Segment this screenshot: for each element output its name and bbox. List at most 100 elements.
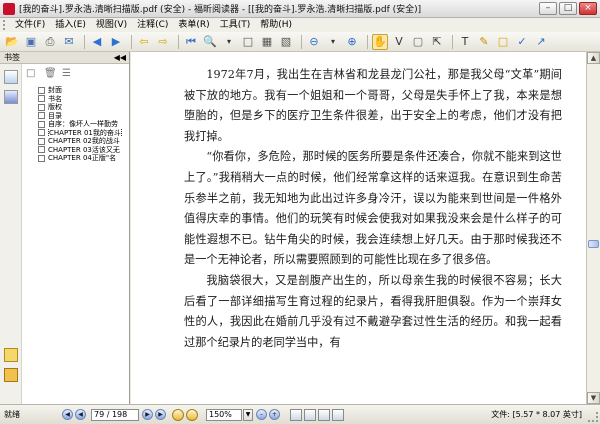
scroll-down-button[interactable]: ▼ xyxy=(587,392,600,404)
bookmark-item[interactable]: CHAPTER 04正版"名 xyxy=(38,154,128,163)
actual-size-icon[interactable]: ▧ xyxy=(278,34,294,50)
arrow-tool-icon[interactable]: ↗ xyxy=(533,34,549,50)
toolbar-separator xyxy=(452,34,453,49)
bookmark-item[interactable]: 自序：像坏人一样勤劳 xyxy=(38,120,128,129)
minimize-button[interactable]: – xyxy=(539,2,557,15)
menu-file[interactable]: 文件(F) xyxy=(10,18,50,32)
snapshot-icon[interactable]: ▢ xyxy=(410,34,426,50)
main-toolbar: 📂 ▣ ⎙ ✉ ◀ ▶ ⇦ ⇨ ⏮ 🔍 ▾ □ ▦ ▧ ⊖ ▾ ⊕ ✋ Ⅴ ▢ … xyxy=(0,32,600,52)
hand-tool-icon[interactable]: ✋ xyxy=(372,33,388,50)
bookmark-options-icon[interactable]: ☰ xyxy=(62,68,74,80)
typewriter-icon[interactable]: T xyxy=(457,34,473,50)
layers-tab-icon[interactable] xyxy=(4,368,18,382)
zoom-level-input[interactable]: 150% xyxy=(206,408,242,421)
close-button[interactable]: × xyxy=(579,2,597,15)
next-page-button[interactable]: ▶ xyxy=(142,409,153,420)
bookmark-label: CHAPTER 02我的战斗 xyxy=(48,137,120,146)
page-text: 1972年7月，我出生在吉林省和龙县龙门公社，那是我父母“文革”期间被下放的地方… xyxy=(131,52,586,353)
status-bar: 就绪 ◀ ◀ 79 / 198 ▶ ▶ 150% ▼ – + 文件: [5.57… xyxy=(0,404,600,424)
stamp-icon[interactable]: ✓ xyxy=(514,34,530,50)
paragraph: 1972年7月，我出生在吉林省和龙县龙门公社，那是我父母“文革”期间被下放的地方… xyxy=(184,68,562,143)
paragraph: 我脑袋很大，又是剖腹产出生的，所以母亲生我的时候很不容易；长大后看了一部详细描写… xyxy=(184,273,562,349)
menu-comment[interactable]: 注释(C) xyxy=(132,18,173,32)
note-icon[interactable]: □ xyxy=(495,34,511,50)
single-page-icon[interactable] xyxy=(290,408,302,421)
toolbar-separator xyxy=(131,34,132,49)
menu-form[interactable]: 表单(R) xyxy=(173,18,214,32)
window-title: [我的奋斗].罗永浩.清晰扫描版.pdf (安全) - 福昕阅读器 - [[我的… xyxy=(19,5,422,15)
toolbar-separator xyxy=(301,34,302,49)
bookmark-item[interactable]: CHAPTER 02我的战斗 xyxy=(38,137,128,146)
page-number-input[interactable]: 79 / 198 xyxy=(91,408,139,421)
next-view-icon[interactable]: ⇨ xyxy=(155,34,171,50)
next-view-button[interactable] xyxy=(186,408,198,421)
scroll-thumb[interactable] xyxy=(588,240,599,248)
zoom-out-circle-icon[interactable]: ⊖ xyxy=(306,34,322,50)
bookmark-label: 书名 xyxy=(48,94,62,103)
tab-strip-spacer xyxy=(0,110,21,342)
zoom-dropdown-button[interactable]: ▼ xyxy=(243,408,253,421)
toolbar-separator xyxy=(367,34,368,49)
zoom-dropdown-icon[interactable]: ▾ xyxy=(221,34,237,50)
vertical-scrollbar[interactable]: ▲ ▼ xyxy=(586,52,600,404)
bookmark-page-icon xyxy=(38,95,45,103)
delete-bookmark-icon[interactable]: 🗑 xyxy=(44,68,57,80)
menu-insert[interactable]: 插入(E) xyxy=(50,18,91,32)
file-size-info: 文件: [5.57 * 8.07 英寸] xyxy=(491,410,582,419)
bookmark-list: 封面 书名 版权 目录 自序：像坏人一样勤劳 CHAPTER 01我的奋斗 CH… xyxy=(38,86,128,163)
first-page-button[interactable]: ◀ xyxy=(62,409,73,420)
bookmark-item[interactable]: CHAPTER 03活该又无 xyxy=(38,146,128,155)
scroll-up-button[interactable]: ▲ xyxy=(587,52,600,64)
continuous-page-icon[interactable] xyxy=(304,408,316,421)
zoom-in-circle-icon[interactable]: ⊕ xyxy=(344,34,360,50)
zoom-dropdown-icon[interactable]: ▾ xyxy=(325,34,341,50)
forward-icon[interactable]: ▶ xyxy=(108,34,124,50)
attachments-tab-icon[interactable] xyxy=(4,348,18,362)
menu-grip xyxy=(3,20,7,30)
save-icon[interactable]: ▣ xyxy=(23,34,39,50)
print-icon[interactable]: ⎙ xyxy=(42,34,58,50)
continuous-facing-icon[interactable] xyxy=(332,408,344,421)
bookmark-page-icon xyxy=(38,154,45,162)
menu-bar: 文件(F) 插入(E) 视图(V) 注释(C) 表单(R) 工具(T) 帮助(H… xyxy=(0,18,600,32)
last-page-button[interactable]: ▶ xyxy=(155,409,166,420)
prev-view-button[interactable] xyxy=(172,408,184,421)
window-controls: – □ × xyxy=(539,2,597,15)
email-icon[interactable]: ✉ xyxy=(61,34,77,50)
bookmark-page-icon xyxy=(38,129,45,137)
back-icon[interactable]: ◀ xyxy=(89,34,105,50)
collapse-panel-icon[interactable]: ◀◀ xyxy=(114,52,126,64)
menu-tools[interactable]: 工具(T) xyxy=(215,18,256,32)
bookmarks-tab-icon[interactable] xyxy=(4,70,18,84)
resize-grip[interactable] xyxy=(588,412,598,422)
bookmark-item[interactable]: 书名 xyxy=(38,95,128,104)
menu-help[interactable]: 帮助(H) xyxy=(255,18,297,32)
select-tool-icon[interactable]: ⇱ xyxy=(429,34,445,50)
zoom-in-icon[interactable]: 🔍 xyxy=(202,34,218,50)
document-view[interactable]: 1972年7月，我出生在吉林省和龙县龙门公社，那是我父母“文革”期间被下放的地方… xyxy=(131,52,586,404)
new-bookmark-icon[interactable]: □ xyxy=(26,68,38,80)
menu-view[interactable]: 视图(V) xyxy=(91,18,132,32)
prev-page-button[interactable]: ◀ xyxy=(75,409,86,420)
highlight-icon[interactable]: ✎ xyxy=(476,34,492,50)
facing-page-icon[interactable] xyxy=(318,408,330,421)
open-icon[interactable]: 📂 xyxy=(4,34,20,50)
bookmark-label: CHAPTER 03活该又无 xyxy=(48,145,120,154)
bookmark-label: CHAPTER 04正版"名 xyxy=(48,154,117,163)
fit-page-icon[interactable]: □ xyxy=(240,34,256,50)
zoom-out-button[interactable]: – xyxy=(256,409,267,420)
thumbnails-tab-icon[interactable] xyxy=(4,90,18,104)
bookmark-item-selected[interactable]: CHAPTER 01我的奋斗 xyxy=(38,128,128,137)
maximize-button[interactable]: □ xyxy=(559,2,577,15)
bookmark-item[interactable]: 版权 xyxy=(38,103,128,112)
bookmark-page-icon xyxy=(38,137,45,145)
bookmark-label: 封面 xyxy=(48,86,62,95)
zoom-in-button[interactable]: + xyxy=(269,409,280,420)
text-select-icon[interactable]: Ⅴ xyxy=(391,34,407,50)
bookmark-page-icon xyxy=(38,120,45,128)
bookmark-item[interactable]: 封面 xyxy=(38,86,128,95)
prev-view-icon[interactable]: ⇦ xyxy=(136,34,152,50)
bookmark-item[interactable]: 目录 xyxy=(38,112,128,121)
first-page-icon[interactable]: ⏮ xyxy=(183,34,199,50)
fit-width-icon[interactable]: ▦ xyxy=(259,34,275,50)
